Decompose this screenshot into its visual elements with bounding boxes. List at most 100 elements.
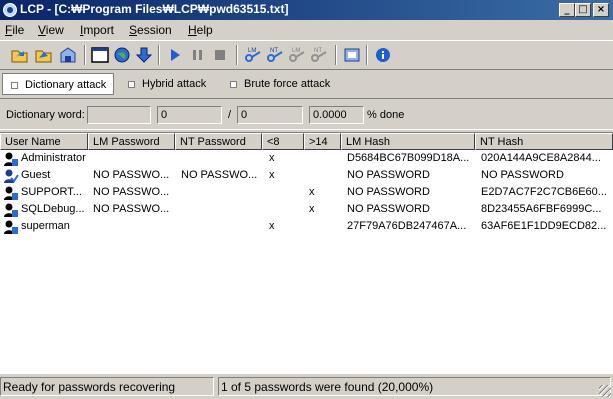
cell-lm-password: NO PASSWO... [93, 169, 170, 181]
minimize-button[interactable]: _ [559, 3, 575, 17]
cell-lm-hash: NO PASSWORD [347, 186, 430, 198]
cell-lt8: x [269, 152, 275, 164]
app-icon [3, 3, 17, 17]
tab-dictionary-label: Dictionary attack [25, 79, 107, 91]
menu-view[interactable]: View [38, 23, 64, 37]
total-count-field: 0 [237, 106, 303, 124]
column-lm-password[interactable]: LM Password [88, 133, 175, 150]
window-title: LCP - [C:₩Program Files₩LCP₩pwd63515.txt… [20, 2, 289, 16]
table-row[interactable]: superman x 27F79A76DB247467A... 63AF6E1F… [0, 218, 613, 235]
cell-lm-hash: NO PASSWORD [347, 203, 430, 215]
table-row[interactable]: Administrator x D5684BC67B099D18A... 020… [0, 150, 613, 167]
cell-user: SUPPORT... [21, 186, 82, 198]
menu-bar: File View Import Session Help [0, 20, 613, 40]
cell-lm-hash: NO PASSWORD [347, 169, 430, 181]
cell-user: superman [21, 220, 70, 232]
nt-key-icon[interactable]: NT [265, 45, 285, 65]
menu-session[interactable]: Session [129, 23, 172, 37]
stop-icon[interactable] [210, 45, 230, 65]
title-bar: LCP - [C:₩Program Files₩LCP₩pwd63515.txt… [0, 0, 613, 20]
nt-key-disabled-icon[interactable]: NT [309, 45, 329, 65]
new-window-icon[interactable] [90, 45, 110, 65]
cell-lm-password: NO PASSWO... [93, 203, 170, 215]
current-count-field: 0 [157, 106, 222, 124]
toolbar-separator [158, 45, 160, 65]
column-lt8[interactable]: <8 [262, 133, 304, 150]
cell-nt-hash: NO PASSWORD [481, 169, 564, 181]
tab-hybrid-label: Hybrid attack [142, 78, 207, 90]
column-gt14[interactable]: >14 [304, 133, 341, 150]
menu-file[interactable]: File [5, 23, 24, 37]
cell-lt8: x [269, 220, 275, 232]
menu-help[interactable]: Help [188, 23, 213, 37]
toolbar-separator [335, 45, 337, 65]
pause-icon[interactable] [188, 45, 208, 65]
open-folder-2-icon[interactable] [34, 45, 54, 65]
tab-brute-force-attack[interactable]: Brute force attack [222, 73, 342, 95]
tab-dictionary-attack[interactable]: Dictionary attack [2, 73, 114, 95]
progress-panel: Dictionary word: 0 / 0 0.0000 % done [0, 98, 613, 130]
table-row[interactable]: Guest NO PASSWO... NO PASSWO... x NO PAS… [0, 167, 613, 184]
resize-grip[interactable] [599, 385, 611, 397]
info-icon[interactable] [373, 45, 393, 65]
table-row[interactable]: SUPPORT... NO PASSWO... x NO PASSWORD E2… [0, 184, 613, 201]
toolbar-separator [84, 45, 86, 65]
status-right: 1 of 5 passwords were found (20,000%) [218, 377, 611, 396]
dictionary-word-label: Dictionary word: [6, 109, 85, 121]
lm-key-disabled-icon[interactable]: LM [287, 45, 307, 65]
cell-lt8: x [269, 169, 275, 181]
table-header: User Name LM Password NT Password <8 >14… [0, 133, 613, 150]
cell-nt-hash: 63AF6E1F1DD9ECD82... [481, 220, 607, 232]
cell-user: Administrator [21, 152, 86, 164]
svg-text:NT: NT [314, 48, 322, 54]
toolbar: LM NT LM NT [0, 40, 613, 70]
tab-brute-label: Brute force attack [244, 78, 331, 90]
user-icon [4, 203, 18, 217]
user-check-icon [4, 169, 19, 183]
status-left: Ready for passwords recovering [0, 377, 214, 396]
percent-field: 0.0000 [309, 106, 364, 124]
report-icon[interactable] [342, 45, 362, 65]
column-nt-hash[interactable]: NT Hash [475, 133, 613, 150]
open-folder-icon[interactable] [10, 45, 30, 65]
menu-import[interactable]: Import [80, 23, 114, 37]
tab-hybrid-attack[interactable]: Hybrid attack [120, 73, 220, 95]
maximize-button[interactable]: □ [575, 3, 591, 17]
close-button[interactable]: × [593, 3, 609, 17]
cell-user: Guest [21, 169, 51, 181]
toolbar-separator [236, 45, 238, 65]
column-nt-password[interactable]: NT Password [175, 133, 262, 150]
checkbox-dictionary[interactable] [11, 82, 18, 89]
toolbar-separator [366, 45, 368, 65]
table-row[interactable]: SQLDebug... NO PASSWO... x NO PASSWORD 8… [0, 201, 613, 218]
cell-user: SQLDebug... [21, 203, 85, 215]
svg-text:LM: LM [248, 48, 256, 54]
cell-lm-hash: D5684BC67B099D18A... [347, 152, 470, 164]
cell-nt-password: NO PASSWO... [181, 169, 258, 181]
cell-gt14: x [309, 203, 315, 215]
globe-icon[interactable] [112, 45, 132, 65]
user-icon [4, 186, 18, 200]
user-icon [4, 220, 18, 234]
play-icon[interactable] [165, 45, 185, 65]
count-separator: / [228, 109, 232, 121]
dictionary-word-field [87, 106, 151, 124]
checkbox-brute[interactable] [230, 81, 237, 88]
checkbox-hybrid[interactable] [128, 81, 135, 88]
column-lm-hash[interactable]: LM Hash [341, 133, 475, 150]
lm-key-icon[interactable]: LM [243, 45, 263, 65]
attack-mode-bar: Dictionary attack Hybrid attack Brute fo… [0, 71, 613, 97]
column-user-name[interactable]: User Name [0, 133, 88, 150]
cell-nt-hash: E2D7AC7F2C7CB6E60... [481, 186, 607, 198]
save-icon[interactable] [58, 45, 78, 65]
download-icon[interactable] [134, 45, 154, 65]
user-icon [4, 152, 18, 166]
cell-lm-hash: 27F79A76DB247467A... [347, 220, 467, 232]
cell-nt-hash: 8D23455A6FBF6999C... [481, 203, 602, 215]
cell-gt14: x [309, 186, 315, 198]
svg-text:NT: NT [270, 48, 278, 54]
svg-text:LM: LM [292, 48, 300, 54]
accounts-table[interactable]: User Name LM Password NT Password <8 >14… [0, 132, 613, 374]
cell-nt-hash: 020A144A9CE8A2844... [481, 152, 601, 164]
percent-done-label: % done [367, 109, 405, 121]
